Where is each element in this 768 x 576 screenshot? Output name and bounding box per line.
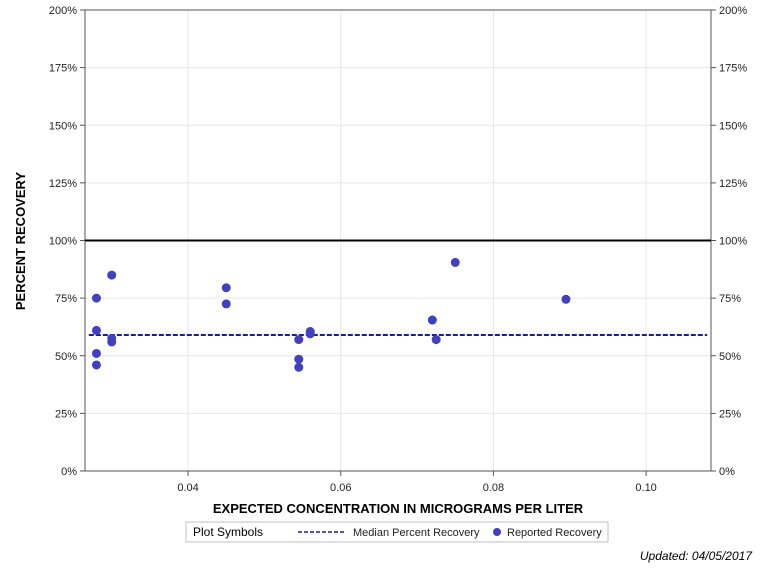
data-point: [305, 329, 315, 339]
data-point: [221, 283, 231, 293]
y-tick-label-right: 75%: [719, 293, 741, 305]
data-point: [561, 294, 571, 304]
y-tick-label-right: 200%: [719, 5, 747, 17]
y-tick-label: 175%: [49, 63, 77, 75]
data-point: [91, 348, 101, 358]
recovery-scatter-chart: 0% 25% 50% 75% 100% 125% 150% 175% 200% 0% 25% 50%…: [0, 0, 768, 576]
y-tick-label: 150%: [49, 120, 77, 132]
y-tick-label-right: 0%: [719, 466, 735, 478]
updated-note: Updated: 04/05/2017: [639, 549, 752, 563]
y-tick-label-right: 25%: [719, 408, 741, 420]
x-tick-label: 0.08: [483, 482, 504, 494]
x-axis-title: EXPECTED CONCENTRATION IN MICROGRAMS PER…: [213, 501, 584, 516]
legend-point-swatch: [493, 528, 501, 536]
data-point: [107, 270, 117, 280]
legend-points-label: Reported Recovery: [507, 527, 602, 539]
y-tick-label-right: 50%: [719, 351, 741, 363]
y-tick-label: 0%: [61, 466, 77, 478]
x-tick-label: 0.04: [177, 482, 198, 494]
legend-title: Plot Symbols: [193, 525, 263, 539]
data-point: [294, 335, 304, 345]
data-point: [221, 299, 231, 309]
y-tick-label: 200%: [49, 5, 77, 17]
data-point: [427, 315, 437, 325]
y-tick-label: 25%: [55, 408, 77, 420]
data-point: [91, 325, 101, 335]
data-point: [91, 293, 101, 303]
y-tick-label: 50%: [55, 351, 77, 363]
data-point: [294, 362, 304, 372]
y-tick-label-right: 100%: [719, 236, 747, 248]
y-tick-label: 75%: [55, 293, 77, 305]
y-tick-label-right: 125%: [719, 178, 747, 190]
y-tick-label: 125%: [49, 178, 77, 190]
y-tick-label-right: 150%: [719, 120, 747, 132]
legend: Plot Symbols Median Percent Recovery Rep…: [185, 521, 609, 543]
data-point: [294, 354, 304, 364]
data-point: [431, 335, 441, 345]
x-tick-label: 0.06: [330, 482, 351, 494]
y-tick-label-right: 175%: [719, 63, 747, 75]
data-point: [450, 257, 460, 267]
data-point: [91, 360, 101, 370]
data-point: [107, 337, 117, 347]
y-axis-title: PERCENT RECOVERY: [13, 172, 28, 311]
legend-median-label: Median Percent Recovery: [353, 527, 480, 539]
y-tick-label: 100%: [49, 236, 77, 248]
x-tick-label: 0.10: [635, 482, 656, 494]
